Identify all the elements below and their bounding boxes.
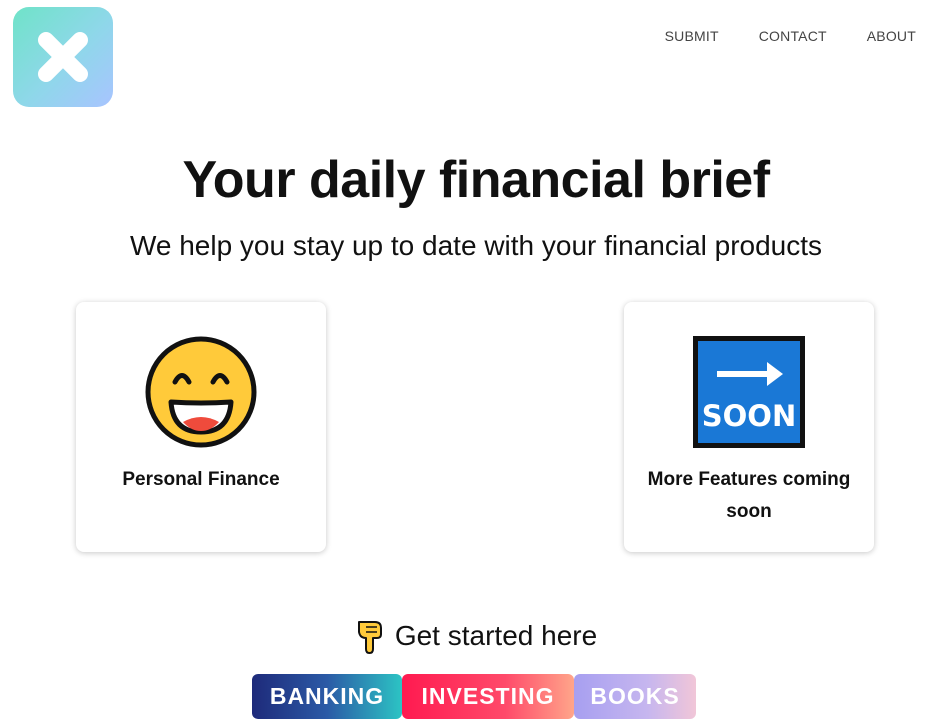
card-personal-finance[interactable]: Personal Finance [76,302,326,552]
card-label-more-features: More Features coming soon [647,469,851,522]
grinning-face-icon [145,336,257,448]
top-nav: SUBMIT CONTACT ABOUT [665,28,916,44]
category-buttons: BANKING INVESTING BOOKS [252,674,696,719]
nav-link-submit[interactable]: SUBMIT [665,28,719,44]
soon-arrow-icon: SOON [693,336,805,448]
get-started-text: Get started here [394,620,598,651]
close-x-icon [38,32,88,82]
nav-link-contact[interactable]: CONTACT [759,28,827,44]
banking-button[interactable]: BANKING [252,674,402,719]
investing-button[interactable]: INVESTING [402,674,574,719]
card-label-personal-finance: Personal Finance [122,469,280,490]
pointing-down-hand-icon [357,621,382,654]
page-subtitle: We help you stay up to date with your fi… [129,230,823,261]
nav-link-about[interactable]: ABOUT [867,28,916,44]
card-more-features[interactable]: SOON More Features coming soon [624,302,874,552]
books-button[interactable]: BOOKS [574,674,696,719]
get-started-section: Get started here [0,618,952,654]
page-title: Your daily financial brief [182,151,770,209]
soon-icon-text: SOON [702,399,796,433]
site-logo[interactable] [13,7,113,107]
